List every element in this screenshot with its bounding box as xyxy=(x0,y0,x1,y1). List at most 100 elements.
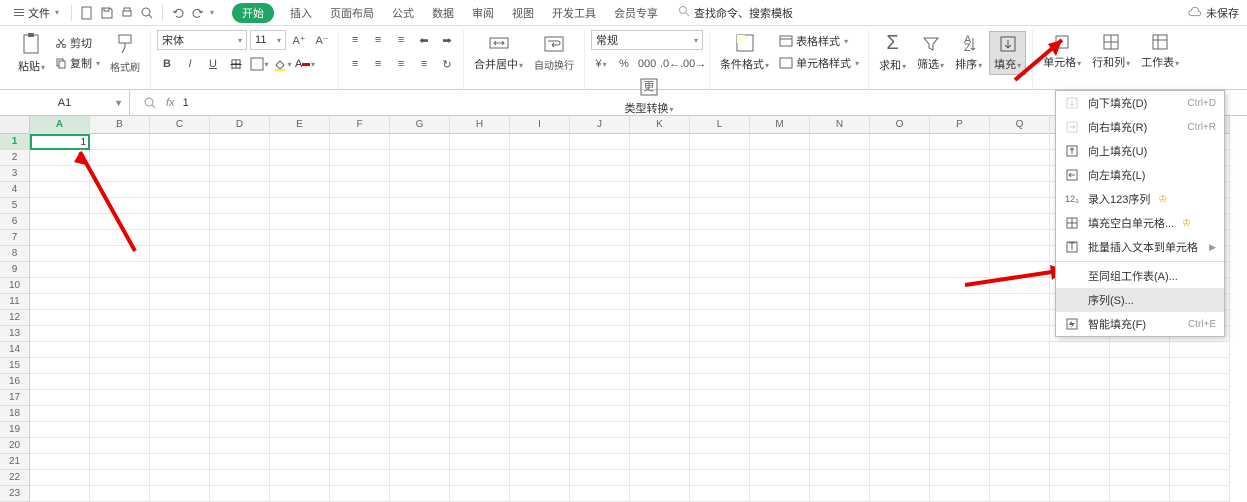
row-header[interactable]: 10 xyxy=(0,278,29,294)
cell[interactable] xyxy=(570,310,630,326)
cell[interactable] xyxy=(570,454,630,470)
row-header[interactable]: 19 xyxy=(0,422,29,438)
cell[interactable] xyxy=(930,182,990,198)
cell[interactable] xyxy=(570,342,630,358)
cell[interactable] xyxy=(150,166,210,182)
cell[interactable] xyxy=(990,406,1050,422)
cell[interactable] xyxy=(510,374,570,390)
cell[interactable] xyxy=(810,422,870,438)
cell[interactable] xyxy=(150,406,210,422)
cell[interactable] xyxy=(750,214,810,230)
table-style-button[interactable]: 表格样式▾ xyxy=(776,32,862,50)
cell[interactable] xyxy=(30,454,90,470)
cell[interactable] xyxy=(750,150,810,166)
cell[interactable] xyxy=(630,486,690,502)
cell[interactable] xyxy=(690,454,750,470)
row-header[interactable]: 7 xyxy=(0,230,29,246)
row-header[interactable]: 14 xyxy=(0,342,29,358)
cell[interactable] xyxy=(870,310,930,326)
cell[interactable] xyxy=(1170,454,1230,470)
cell[interactable] xyxy=(450,438,510,454)
row-header[interactable]: 3 xyxy=(0,166,29,182)
cell[interactable] xyxy=(210,150,270,166)
cell[interactable] xyxy=(210,214,270,230)
cell[interactable] xyxy=(450,422,510,438)
cell[interactable] xyxy=(330,470,390,486)
cell[interactable] xyxy=(990,262,1050,278)
cell[interactable] xyxy=(570,262,630,278)
cell[interactable] xyxy=(330,166,390,182)
cell[interactable] xyxy=(30,406,90,422)
cell[interactable] xyxy=(510,262,570,278)
cells-container[interactable]: 1 xyxy=(30,134,1230,502)
cell[interactable] xyxy=(390,214,450,230)
column-header[interactable]: J xyxy=(570,116,630,134)
cell[interactable] xyxy=(870,326,930,342)
column-header[interactable]: L xyxy=(690,116,750,134)
cell[interactable] xyxy=(450,134,510,150)
cell[interactable] xyxy=(210,438,270,454)
cell[interactable] xyxy=(330,182,390,198)
cell[interactable] xyxy=(150,326,210,342)
cell[interactable] xyxy=(990,246,1050,262)
cell[interactable] xyxy=(930,358,990,374)
cell[interactable] xyxy=(1110,390,1170,406)
cell[interactable] xyxy=(30,166,90,182)
cell[interactable] xyxy=(330,406,390,422)
cell[interactable] xyxy=(30,262,90,278)
cell[interactable] xyxy=(450,294,510,310)
cell[interactable] xyxy=(1050,422,1110,438)
cell[interactable] xyxy=(750,182,810,198)
cell[interactable] xyxy=(210,134,270,150)
row-header[interactable]: 6 xyxy=(0,214,29,230)
undo-icon[interactable] xyxy=(169,4,187,22)
column-header[interactable]: G xyxy=(390,116,450,134)
cell[interactable] xyxy=(150,198,210,214)
cell[interactable] xyxy=(330,342,390,358)
cell[interactable] xyxy=(210,198,270,214)
cell[interactable] xyxy=(930,134,990,150)
cell[interactable] xyxy=(570,470,630,486)
cell[interactable] xyxy=(330,278,390,294)
currency-icon[interactable]: ¥▾ xyxy=(591,54,611,74)
search-box[interactable]: 查找命令、搜索模板 xyxy=(678,5,793,21)
sum-button[interactable]: Σ 求和▾ xyxy=(875,30,910,75)
cell[interactable] xyxy=(750,278,810,294)
align-middle-icon[interactable]: ≡ xyxy=(368,30,388,50)
cell[interactable] xyxy=(150,438,210,454)
cell[interactable] xyxy=(1110,438,1170,454)
percent-icon[interactable]: % xyxy=(614,54,634,74)
cell[interactable] xyxy=(30,230,90,246)
cell[interactable] xyxy=(330,310,390,326)
cell[interactable] xyxy=(90,198,150,214)
cell[interactable] xyxy=(270,278,330,294)
cell[interactable] xyxy=(810,246,870,262)
cell[interactable] xyxy=(690,182,750,198)
cell[interactable] xyxy=(510,246,570,262)
cell[interactable] xyxy=(570,326,630,342)
cell[interactable] xyxy=(810,454,870,470)
cell[interactable] xyxy=(510,422,570,438)
cell[interactable] xyxy=(330,294,390,310)
cell[interactable] xyxy=(390,342,450,358)
cell[interactable] xyxy=(1050,454,1110,470)
cell[interactable] xyxy=(870,422,930,438)
cell[interactable] xyxy=(510,326,570,342)
format-painter-button[interactable]: 格式刷 xyxy=(106,31,144,76)
cell[interactable] xyxy=(90,326,150,342)
cell[interactable] xyxy=(570,390,630,406)
row-header[interactable]: 8 xyxy=(0,246,29,262)
cell[interactable] xyxy=(930,166,990,182)
cell[interactable] xyxy=(150,422,210,438)
cell[interactable] xyxy=(90,374,150,390)
cell[interactable] xyxy=(870,198,930,214)
cell[interactable] xyxy=(930,438,990,454)
cell[interactable] xyxy=(570,422,630,438)
cell[interactable] xyxy=(330,486,390,502)
cell[interactable] xyxy=(630,294,690,310)
cell[interactable] xyxy=(810,294,870,310)
cell[interactable] xyxy=(90,486,150,502)
cell[interactable] xyxy=(450,342,510,358)
cell[interactable] xyxy=(450,310,510,326)
border-icon[interactable]: ▾ xyxy=(249,54,269,74)
